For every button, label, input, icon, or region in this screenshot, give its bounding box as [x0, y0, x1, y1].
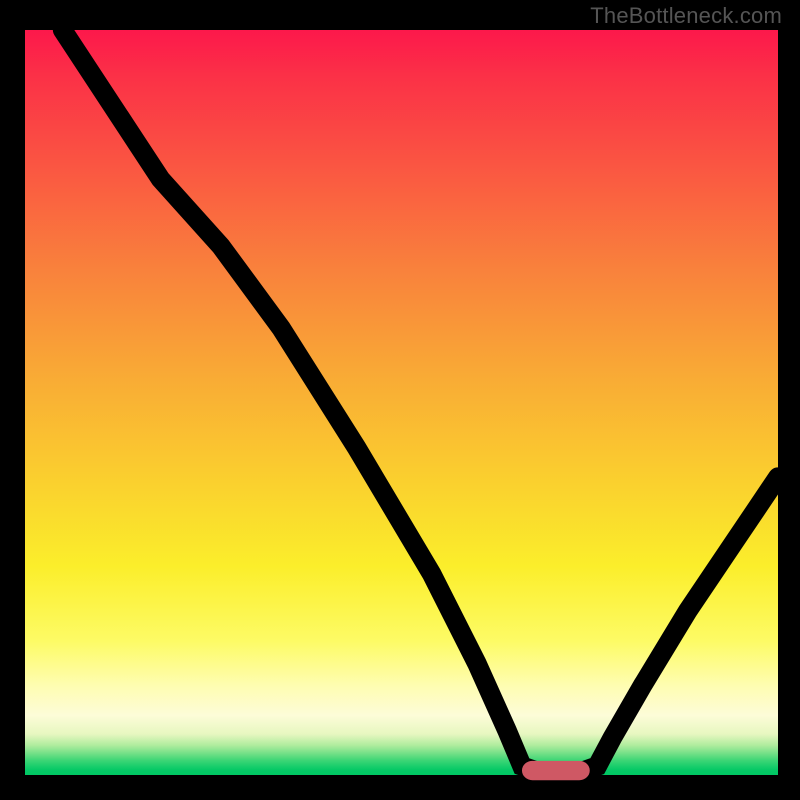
watermark-text: TheBottleneck.com	[590, 3, 782, 29]
optimal-marker	[526, 765, 586, 777]
bottleneck-curve	[63, 30, 778, 771]
chart-svg	[25, 30, 778, 775]
plot-area	[25, 30, 778, 775]
